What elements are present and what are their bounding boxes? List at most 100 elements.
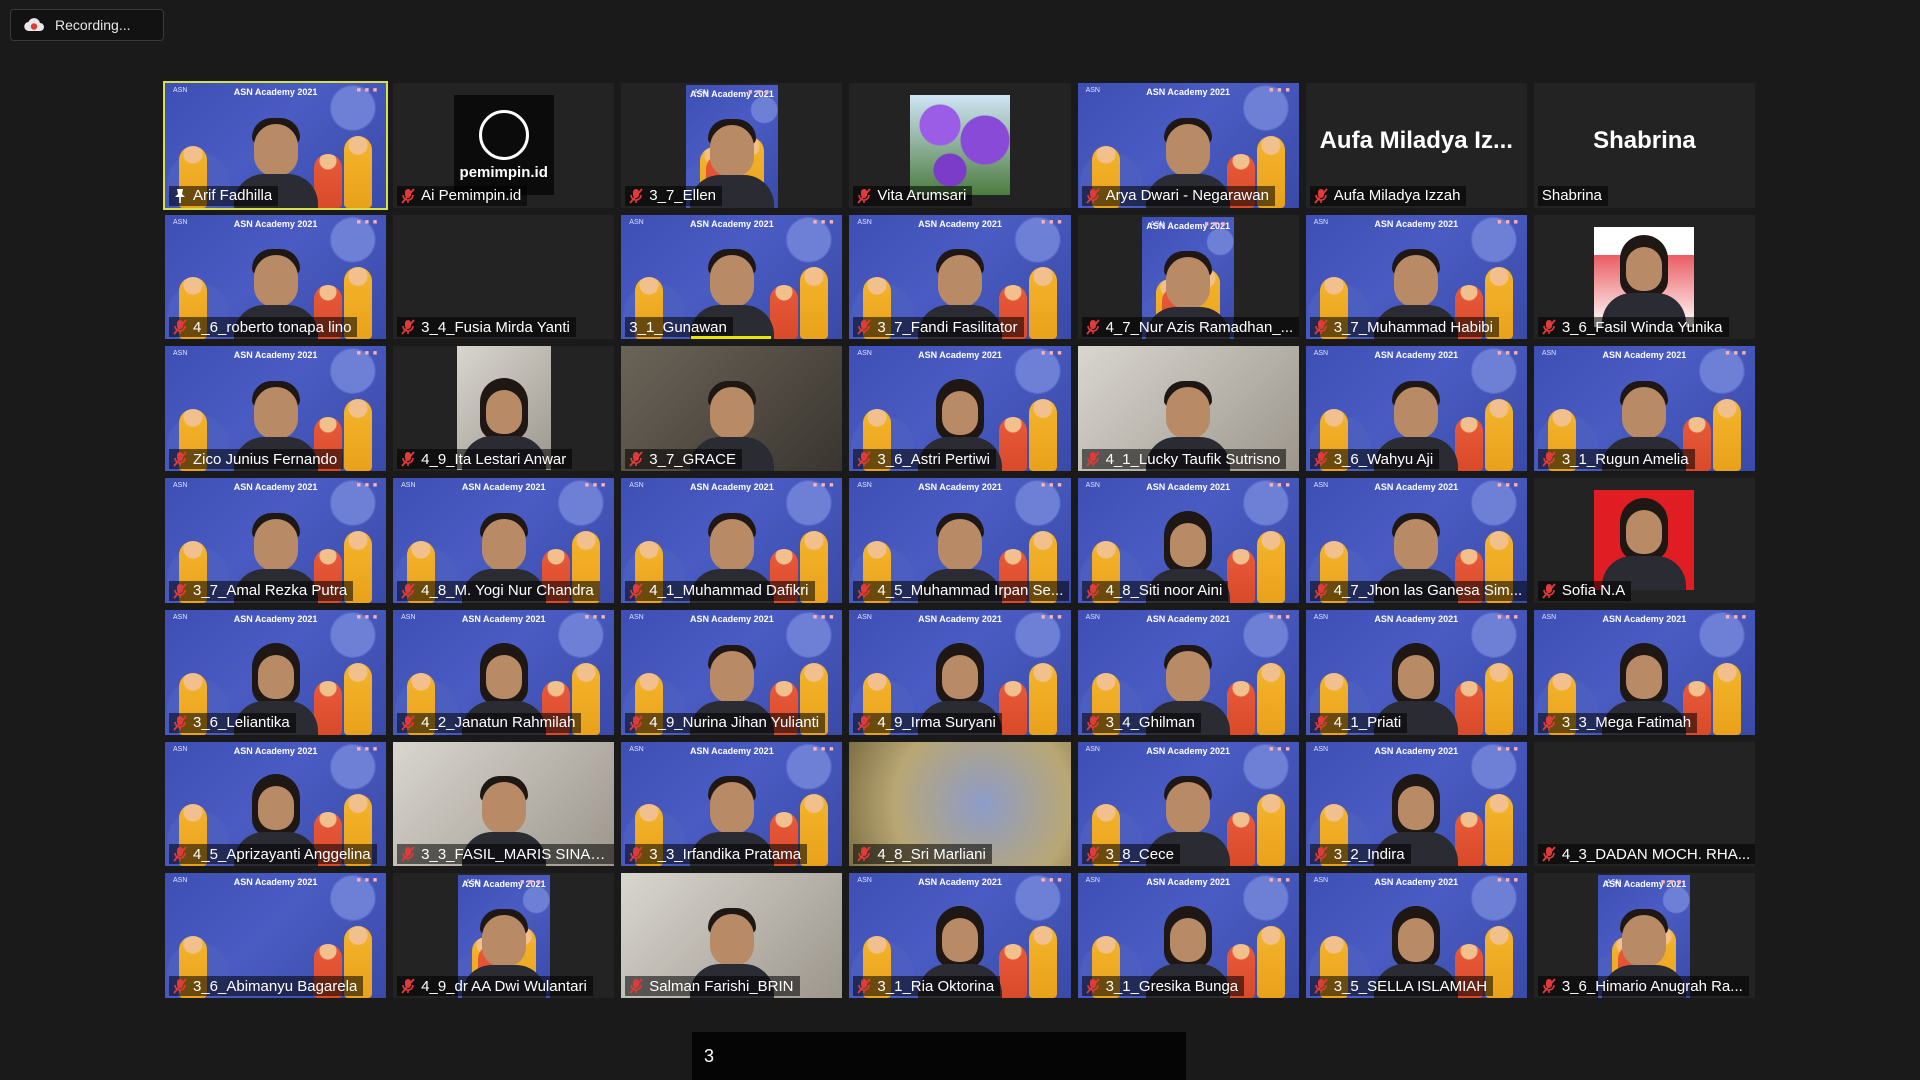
participant-nameplate: Aufa Miladya Izzah [1309, 185, 1467, 206]
participant-tile[interactable]: 3_6_Fasil Winda Yunika [1533, 214, 1755, 340]
bottom-panel[interactable]: 3 [692, 1032, 1186, 1080]
banner-text: ASN Academy 2021 [1146, 745, 1230, 756]
participant-tile[interactable]: 4_1_Lucky Taufik Sutrisno [1077, 346, 1299, 472]
participant-tile[interactable]: ASN ASN Academy 2021 ■ ■ ■ 3_6_Abimanyu Bag… [165, 873, 387, 998]
banner-text: ASN Academy 2021 [233, 482, 318, 493]
participant-name: 4_5_Aprizayanti Anggelina [193, 845, 371, 863]
mic-muted-icon [1085, 846, 1100, 862]
participant-tile[interactable]: ASN ASN Academy 2021 ■ ■ ■ 3_1_Rugun Amelia [1533, 346, 1755, 472]
participant-tile[interactable]: Salman Farishi_BRIN [621, 873, 843, 998]
participant-tile[interactable]: ASN ASN Academy 2021 ■ ■ ■ 3_1_Ria Oktorina [849, 873, 1071, 998]
participant-tile[interactable]: ASN ASN Academy 2021 ■ ■ ■ 3_6_Leliantika [165, 609, 387, 735]
participant-nameplate: 3_6_Abimanyu Bagarela [169, 976, 364, 996]
participant-nameplate: 3_7_Ellen [625, 185, 723, 206]
participant-name: 4_8_Siti noor Aini [1105, 582, 1223, 600]
participant-name: 3_3_FASIL_MARIS SINAGA [421, 845, 611, 863]
participant-name: Shabrina [1541, 187, 1602, 205]
participant-tile[interactable]: ASN ASN Academy 2021 ■ ■ ■ 3_6_Wahyu Aji [1305, 346, 1527, 472]
participant-tile[interactable]: ASN ASN Academy 2021 ■ ■ ■ 4_7_Jhon las Gan… [1305, 478, 1527, 603]
participant-tile[interactable]: ASN ASN Academy 2021 ■ ■ ■ 3_7_Ellen [621, 83, 843, 208]
participant-nameplate: 3_1_Gunawan [625, 317, 733, 338]
participant-nameplate: 4_6_roberto tonapa lino [169, 317, 358, 338]
banner-text: ASN Academy 2021 [1374, 877, 1459, 888]
mic-muted-icon [629, 714, 643, 731]
mascot-figure [1484, 399, 1513, 472]
participant-name: Arif Fadhilla [193, 187, 273, 205]
participant-tile[interactable]: 3_3_FASIL_MARIS SINAGA [393, 741, 615, 867]
participant-tile[interactable]: ASN ASN Academy 2021 ■ ■ ■ 3_1_Gresika Bung… [1077, 873, 1299, 998]
banner-text: ASN Academy 2021 [689, 218, 774, 229]
participant-nameplate: Arif Fadhilla [169, 185, 279, 206]
participant-tile[interactable]: ASN ASN Academy 2021 ■ ■ ■ 4_5_Aprizayanti … [165, 741, 387, 867]
participant-tile[interactable]: 3_4_Fusia Mirda Yanti [393, 214, 615, 340]
recording-label: Recording... [55, 17, 131, 33]
participant-tile[interactable]: Vita Arumsari [849, 83, 1071, 208]
participant-tile[interactable]: 4_3_DADAN MOCH. RHA... [1533, 741, 1755, 867]
participant-name: 3_8_Cece [1105, 845, 1174, 863]
participant-tile[interactable]: Shabrina Shabrina [1533, 83, 1755, 208]
participant-name: 3_7_Muhammad Habibi [1333, 318, 1493, 336]
participant-name: Zico Junius Fernando [193, 450, 338, 468]
mascot-figure [1256, 662, 1285, 735]
mic-muted-icon [1542, 319, 1556, 336]
mic-muted-icon [1542, 583, 1556, 599]
participant-tile[interactable]: ASN ASN Academy 2021 ■ ■ ■ 3_6_Astri Pertiw… [849, 346, 1071, 472]
participant-tile[interactable]: ASN ASN Academy 2021 ■ ■ ■ 4_9_dr AA Dwi Wu… [393, 873, 615, 998]
sponsor-logos: ■ ■ ■ [1497, 350, 1519, 358]
participant-tile[interactable]: ASN ASN Academy 2021 ■ ■ ■ 3_1_Gunawan [621, 214, 843, 340]
recording-indicator[interactable]: Recording... [10, 9, 164, 41]
sponsor-logos: ■ ■ ■ [748, 89, 770, 96]
participant-tile[interactable]: ASN ASN Academy 2021 ■ ■ ■ 3_5_SELLA ISLAMI… [1305, 873, 1527, 998]
banner-text: ASN Academy 2021 [233, 218, 318, 229]
participant-tile[interactable]: ASN ASN Academy 2021 ■ ■ ■ Zico Junius Fern… [165, 346, 387, 472]
pemimpin-logo-icon [478, 109, 529, 160]
participant-tile[interactable]: ASN ASN Academy 2021 ■ ■ ■ Arya Dwari - Neg… [1077, 83, 1299, 208]
participant-nameplate: Vita Arumsari [853, 185, 973, 206]
participant-name: 3_3_Irfandika Pratama [649, 845, 802, 863]
participant-tile[interactable]: 3_7_GRACE [621, 346, 843, 472]
participant-tile[interactable]: ASN ASN Academy 2021 ■ ■ ■ 3_3_Irfandika Pr… [621, 741, 843, 867]
mascot-figure [1484, 662, 1513, 735]
mic-muted-icon [857, 319, 872, 336]
sponsor-logos: ■ ■ ■ [356, 745, 379, 753]
participant-tile[interactable]: ASN ASN Academy 2021 ■ ■ ■ 3_7_Muhammad Hab… [1305, 214, 1527, 340]
banner-text: ASN Academy 2021 [1602, 350, 1687, 361]
participant-tile[interactable]: ASN ASN Academy 2021 ■ ■ ■ 3_2_Indira [1305, 741, 1527, 867]
participant-tile[interactable]: ASN ASN Academy 2021 ■ ■ ■ 4_9_Irma Suryani [849, 609, 1071, 735]
sponsor-logos: ■ ■ ■ [584, 482, 607, 490]
participant-tile[interactable]: ASN ASN Academy 2021 ■ ■ ■ 3_8_Cece [1077, 741, 1299, 867]
participant-tile[interactable]: ASN ASN Academy 2021 ■ ■ ■ 3_7_Amal Rezka P… [165, 478, 387, 603]
participant-tile[interactable]: ASN ASN Academy 2021 ■ ■ ■ 3_3_Mega Fatimah [1533, 609, 1755, 735]
participant-tile[interactable]: ASN ASN Academy 2021 ■ ■ ■ 4_1_Muhammad Daf… [621, 478, 843, 603]
banner-text: ASN Academy 2021 [461, 613, 546, 624]
participant-tile[interactable]: ASN ASN Academy 2021 ■ ■ ■ 4_8_M. Yogi Nur … [393, 478, 615, 603]
participant-tile[interactable]: ASN ASN Academy 2021 ■ ■ ■ 4_7_Nur Azis Ram… [1077, 214, 1299, 340]
participant-tile[interactable]: ASN ASN Academy 2021 ■ ■ ■ 3_6_Himario Anug… [1533, 873, 1755, 998]
mic-muted-icon [1314, 714, 1328, 731]
participant-nameplate: 3_2_Indira [1309, 844, 1411, 865]
participant-tile[interactable]: Aufa Miladya Iz... Aufa Miladya Izzah [1305, 83, 1527, 208]
participant-tile[interactable]: ASN ASN Academy 2021 ■ ■ ■ Arif Fadhilla [162, 81, 389, 210]
participant-name: Aufa Miladya Izzah [1333, 187, 1461, 205]
participant-tile[interactable]: pemimpin.id Ai Pemimpin.id [393, 83, 615, 208]
participant-tile[interactable]: ASN ASN Academy 2021 ■ ■ ■ 4_6_roberto tona… [165, 214, 387, 340]
participant-tile[interactable]: Sofia N.A [1533, 478, 1755, 603]
participant-tile[interactable]: ASN ASN Academy 2021 ■ ■ ■ 4_9_Nurina Jihan… [621, 609, 843, 735]
participant-tile[interactable]: ASN ASN Academy 2021 ■ ■ ■ 4_2_Janatun Rahm… [393, 609, 615, 735]
participant-name: 4_8_M. Yogi Nur Chandra [421, 582, 594, 600]
participant-name: 4_1_Muhammad Dafikri [649, 582, 809, 600]
participant-nameplate: Salman Farishi_BRIN [625, 976, 800, 996]
participant-tile[interactable]: ASN ASN Academy 2021 ■ ■ ■ 4_8_Siti noor Ai… [1077, 478, 1299, 603]
sponsor-logos: ■ ■ ■ [1497, 482, 1519, 490]
participant-tile[interactable]: 4_8_Sri Marliani [849, 741, 1071, 867]
participant-tile[interactable]: ASN ASN Academy 2021 ■ ■ ■ 4_1_Priati [1305, 609, 1527, 735]
participant-tile[interactable]: ASN ASN Academy 2021 ■ ■ ■ 3_7_Fandi Fasili… [849, 214, 1071, 340]
participant-tile[interactable]: ASN ASN Academy 2021 ■ ■ ■ 3_4_Ghilman [1077, 609, 1299, 735]
participant-nameplate: 4_7_Nur Azis Ramadhan_... [1081, 317, 1299, 338]
participant-name: 3_4_Ghilman [1105, 714, 1195, 732]
mic-muted-icon [1542, 451, 1556, 467]
participant-tile[interactable]: ASN ASN Academy 2021 ■ ■ ■ 4_5_Muhammad Irp… [849, 478, 1071, 603]
banner-text: ASN Academy 2021 [1146, 482, 1230, 493]
participant-tile[interactable]: 4_9_Ita Lestari Anwar [393, 346, 615, 472]
mascot-figure [1256, 794, 1285, 867]
